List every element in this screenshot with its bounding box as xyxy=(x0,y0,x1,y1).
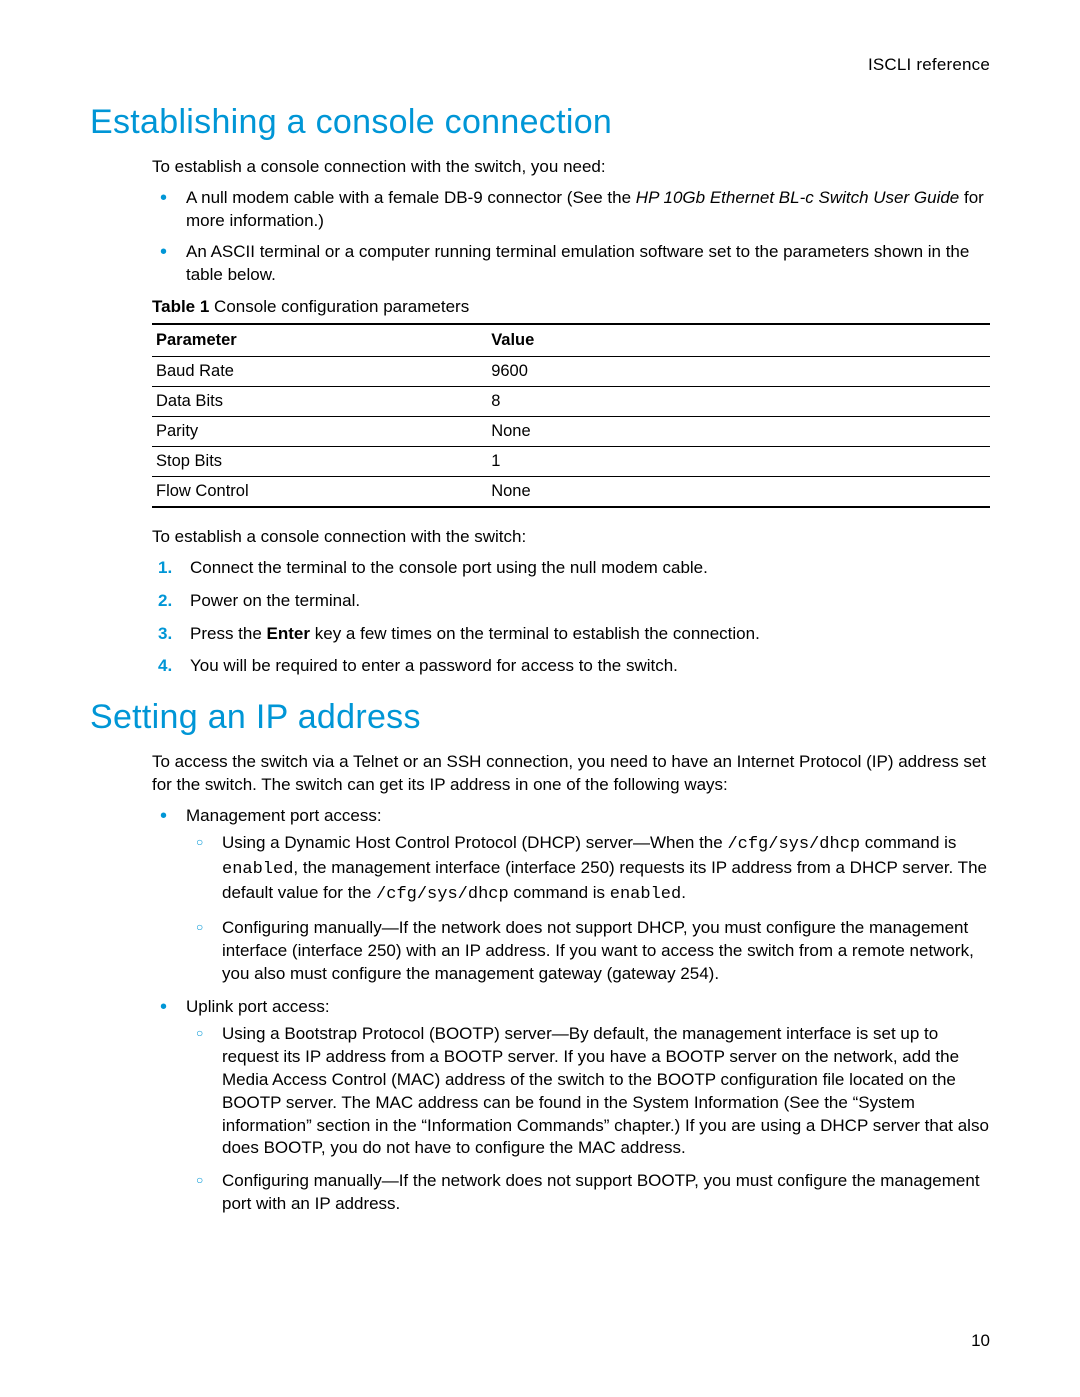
list-item: An ASCII terminal or a computer running … xyxy=(182,241,990,287)
cell-param: Flow Control xyxy=(152,476,487,507)
code-enabled2: enabled xyxy=(610,885,681,904)
list-item: Management port access: Using a Dynamic … xyxy=(182,805,990,986)
cell-value: None xyxy=(487,416,990,446)
mgmt-sublist: Using a Dynamic Host Control Protocol (D… xyxy=(186,832,990,986)
section-heading-console: Establishing a console connection xyxy=(90,103,990,142)
cell-param: Baud Rate xyxy=(152,356,487,386)
cell-param: Data Bits xyxy=(152,386,487,416)
step3-suffix: key a few times on the terminal to estab… xyxy=(310,624,760,643)
steps-list: Connect the terminal to the console port… xyxy=(152,557,990,679)
uplink-port-label: Uplink port access: xyxy=(186,997,330,1016)
sub-item: Using a Dynamic Host Control Protocol (D… xyxy=(218,832,990,907)
table-caption-text: Console configuration parameters xyxy=(209,297,469,316)
list-item: A null modem cable with a female DB-9 co… xyxy=(182,187,990,233)
cell-value: 8 xyxy=(487,386,990,416)
table-header-param: Parameter xyxy=(152,324,487,357)
dhcp-mid1: command is xyxy=(860,833,956,852)
bullet1-prefix: A null modem cable with a female DB-9 co… xyxy=(186,188,636,207)
table-row: Flow ControlNone xyxy=(152,476,990,507)
bullet1-italic: HP 10Gb Ethernet BL-c Switch User Guide xyxy=(636,188,959,207)
table-row: Baud Rate9600 xyxy=(152,356,990,386)
step3-prefix: Press the xyxy=(190,624,267,643)
cell-value: None xyxy=(487,476,990,507)
requirements-list: A null modem cable with a female DB-9 co… xyxy=(152,187,990,287)
sub-item: Using a Bootstrap Protocol (BOOTP) serve… xyxy=(218,1023,990,1161)
ip-intro: To access the switch via a Telnet or an … xyxy=(152,751,990,797)
step-item: Power on the terminal. xyxy=(182,590,990,613)
page-number: 10 xyxy=(971,1331,990,1351)
sub-item: Configuring manually—If the network does… xyxy=(218,1170,990,1216)
table-row: Stop Bits1 xyxy=(152,446,990,476)
intro-text: To establish a console connection with t… xyxy=(152,156,990,179)
step-item: Connect the terminal to the console port… xyxy=(182,557,990,580)
table-row: ParityNone xyxy=(152,416,990,446)
dhcp-suffix: . xyxy=(681,883,686,902)
cell-value: 1 xyxy=(487,446,990,476)
mgmt-port-label: Management port access: xyxy=(186,806,382,825)
cell-value: 9600 xyxy=(487,356,990,386)
dhcp-mid3: command is xyxy=(509,883,610,902)
step-item: Press the Enter key a few times on the t… xyxy=(182,623,990,646)
table-row: Data Bits8 xyxy=(152,386,990,416)
code-dhcp-path: /cfg/sys/dhcp xyxy=(727,835,860,854)
header-reference: ISCLI reference xyxy=(90,55,990,75)
cell-param: Parity xyxy=(152,416,487,446)
code-enabled: enabled xyxy=(222,860,293,879)
section-heading-ip: Setting an IP address xyxy=(90,698,990,737)
sub-item: Configuring manually—If the network does… xyxy=(218,917,990,986)
console-params-table: Parameter Value Baud Rate9600 Data Bits8… xyxy=(152,323,990,508)
code-dhcp-path2: /cfg/sys/dhcp xyxy=(376,885,509,904)
cell-param: Stop Bits xyxy=(152,446,487,476)
section2-body: To access the switch via a Telnet or an … xyxy=(152,751,990,1216)
table-header-value: Value xyxy=(487,324,990,357)
step3-bold: Enter xyxy=(267,624,310,643)
table-label: Table 1 xyxy=(152,297,209,316)
step-item: You will be required to enter a password… xyxy=(182,655,990,678)
list-item: Uplink port access: Using a Bootstrap Pr… xyxy=(182,996,990,1216)
dhcp-prefix: Using a Dynamic Host Control Protocol (D… xyxy=(222,833,727,852)
ip-methods-list: Management port access: Using a Dynamic … xyxy=(152,805,990,1216)
table-caption: Table 1 Console configuration parameters xyxy=(152,297,990,317)
after-table-text: To establish a console connection with t… xyxy=(152,526,990,549)
document-page: ISCLI reference Establishing a console c… xyxy=(0,0,1080,1397)
section1-body: To establish a console connection with t… xyxy=(152,156,990,678)
uplink-sublist: Using a Bootstrap Protocol (BOOTP) serve… xyxy=(186,1023,990,1217)
